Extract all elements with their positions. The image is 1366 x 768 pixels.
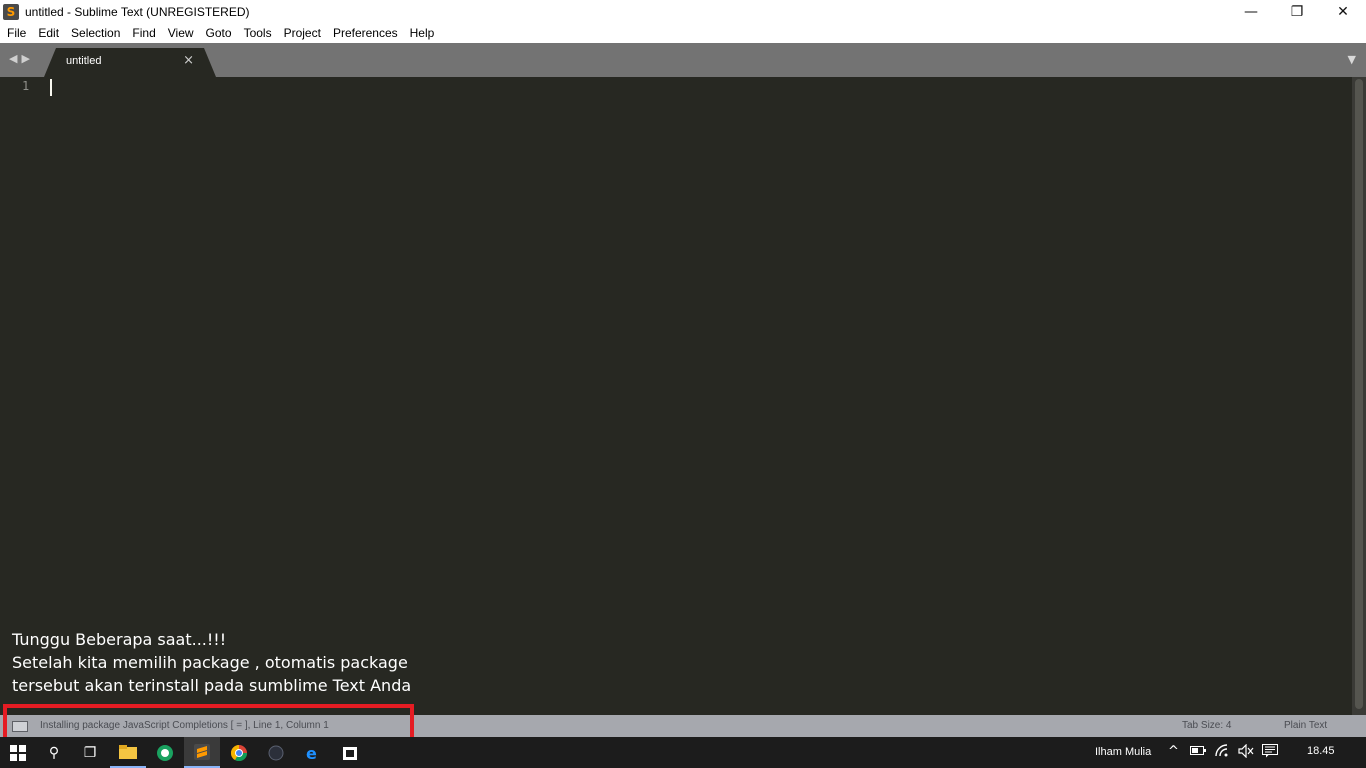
caption-line-1: Tunggu Beberapa saat...!!! [12, 630, 227, 649]
menu-edit[interactable]: Edit [32, 23, 65, 43]
tab-dropdown-icon[interactable]: ▼ [1348, 53, 1356, 66]
windows-start-icon[interactable] [10, 745, 26, 761]
menu-file[interactable]: File [0, 23, 32, 43]
chrome-icon[interactable] [221, 737, 257, 768]
taskbar: ⚲ ❐ e Ilham Mulia ^ 18.45 [0, 737, 1366, 768]
menu-view[interactable]: View [162, 23, 200, 43]
caption-line-3: tersebut akan terinstall pada sumblime T… [12, 676, 412, 695]
edge-icon[interactable]: e [295, 737, 331, 768]
task-view-icon[interactable]: ❐ [72, 737, 108, 768]
window-title: untitled - Sublime Text (UNREGISTERED) [25, 4, 250, 19]
close-button[interactable]: ✕ [1320, 0, 1366, 23]
menu-find[interactable]: Find [126, 23, 161, 43]
file-explorer-icon[interactable] [110, 737, 146, 768]
sublime-text-taskbar-icon[interactable] [184, 737, 220, 768]
battery-icon[interactable] [1190, 744, 1206, 760]
scrollbar-thumb[interactable] [1355, 79, 1363, 709]
tab-close-icon[interactable]: × [183, 53, 194, 68]
menu-bar: File Edit Selection Find View Goto Tools… [0, 23, 1366, 43]
line-number: 1 [22, 79, 30, 93]
notification-icon[interactable] [1262, 744, 1278, 762]
syntax-indicator[interactable]: Plain Text [1284, 720, 1327, 731]
menu-goto[interactable]: Goto [200, 23, 238, 43]
clock[interactable]: 18.45 [1307, 745, 1335, 757]
text-cursor [50, 79, 52, 96]
maximize-button[interactable]: ❐ [1274, 0, 1320, 23]
sublime-text-icon: S [3, 3, 19, 20]
window-controls: — ❐ ✕ [1228, 0, 1366, 23]
menu-preferences[interactable]: Preferences [327, 23, 404, 43]
menu-help[interactable]: Help [404, 23, 441, 43]
search-icon[interactable]: ⚲ [36, 737, 72, 768]
minimize-button[interactable]: — [1228, 0, 1274, 23]
store-icon[interactable] [332, 737, 368, 768]
dark-app-icon[interactable] [258, 737, 294, 768]
tab-bar: ◀ ▶ untitled × ▼ [0, 43, 1366, 77]
tab-size-indicator[interactable]: Tab Size: 4 [1182, 720, 1231, 731]
menu-tools[interactable]: Tools [238, 23, 278, 43]
caption-line-2: Setelah kita memilih package , otomatis … [12, 653, 408, 672]
svg-text:e: e [306, 745, 317, 761]
tab-prev-icon[interactable]: ◀ [9, 52, 17, 65]
wifi-icon[interactable] [1215, 744, 1231, 762]
menu-project[interactable]: Project [278, 23, 327, 43]
volume-muted-icon[interactable] [1238, 743, 1254, 762]
tab-next-icon[interactable]: ▶ [21, 52, 29, 65]
tab-untitled[interactable]: untitled × [44, 48, 216, 77]
tutorial-caption: Tunggu Beberapa saat...!!! Setelah kita … [12, 628, 411, 697]
vertical-scrollbar[interactable] [1352, 77, 1366, 715]
chevron-up-icon[interactable]: ^ [1168, 744, 1179, 759]
green-app-icon[interactable] [147, 737, 183, 768]
menu-selection[interactable]: Selection [65, 23, 126, 43]
title-bar: S untitled - Sublime Text (UNREGISTERED)… [0, 0, 1366, 23]
user-name[interactable]: Ilham Mulia [1095, 746, 1151, 758]
tab-navigation: ◀ ▶ [9, 52, 30, 65]
tab-label: untitled [66, 55, 102, 67]
editor-area[interactable]: 1 [0, 77, 1352, 715]
